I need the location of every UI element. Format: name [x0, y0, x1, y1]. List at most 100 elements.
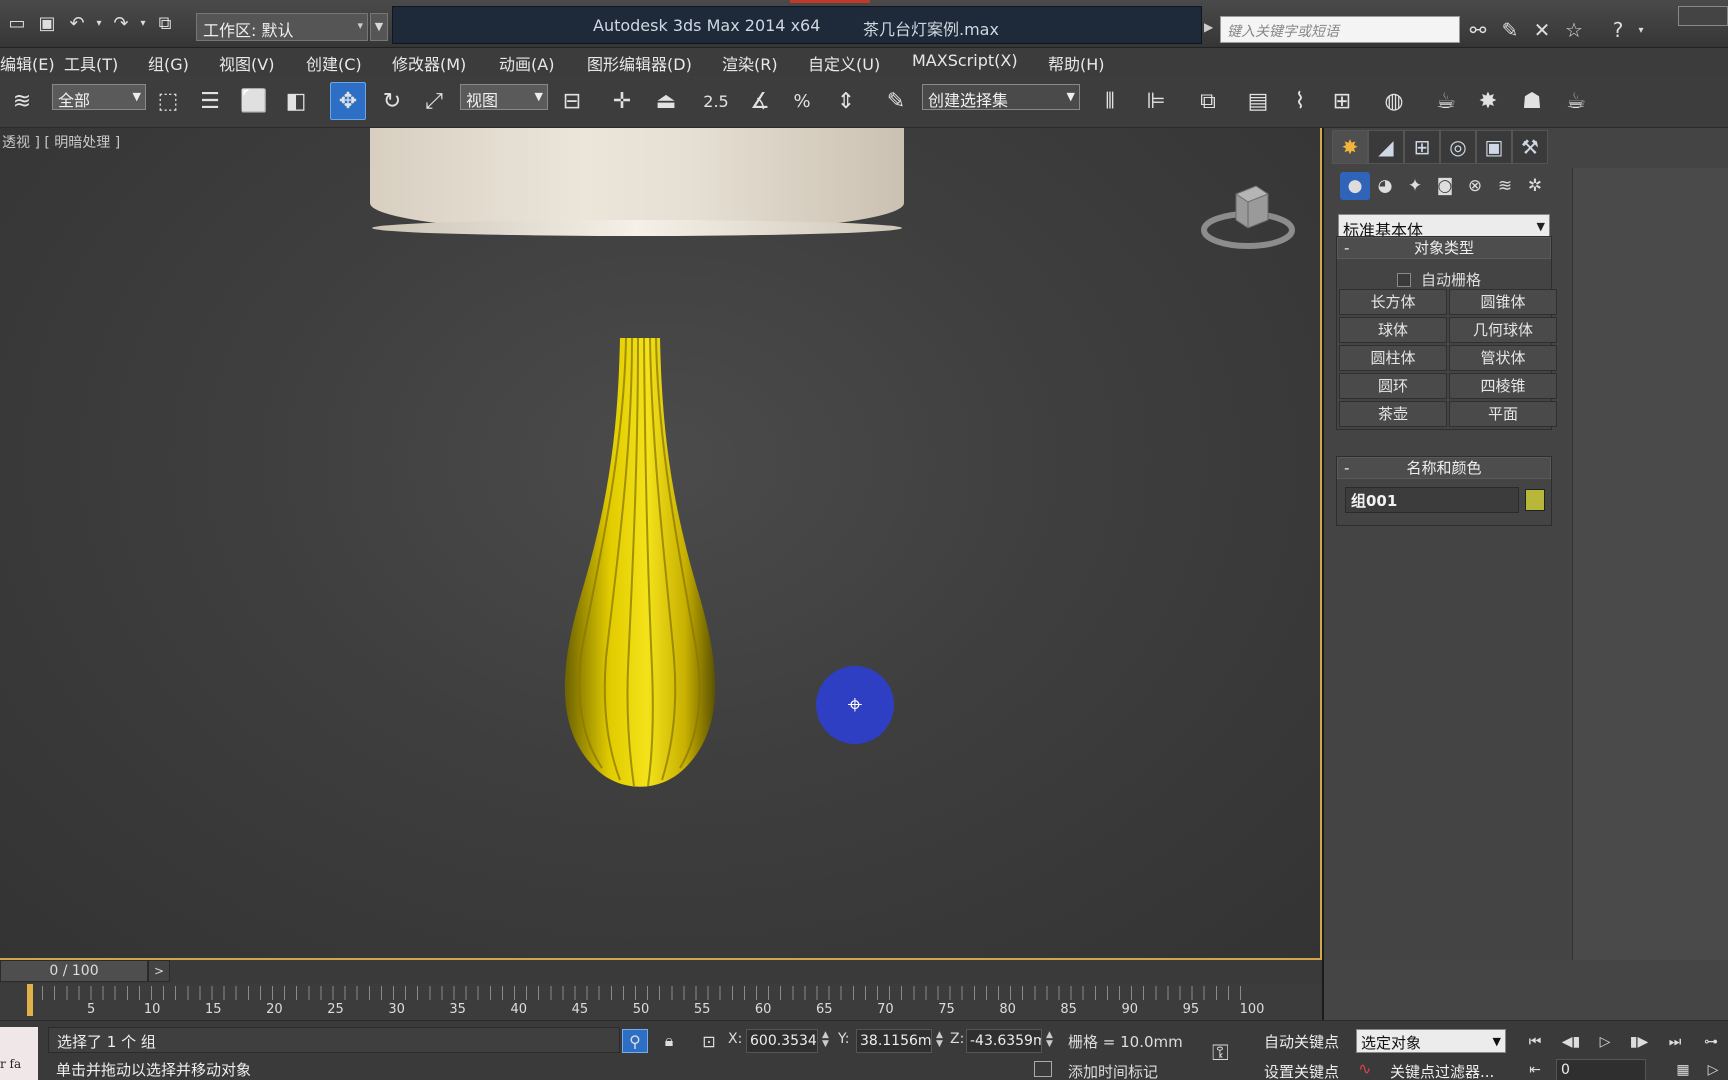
tools-icon[interactable]: ✕	[1526, 15, 1558, 45]
object-name-input[interactable]: 组001	[1345, 487, 1519, 513]
create-tab-icon[interactable]: ✸	[1332, 130, 1368, 164]
time-next-button[interactable]: >	[148, 960, 170, 982]
keyboard-shortcut-icon[interactable]: ⏏	[648, 82, 684, 120]
previous-frame-icon[interactable]: ◀▮	[1558, 1031, 1584, 1053]
auto-grid-checkbox-box[interactable]	[1397, 272, 1411, 287]
y-coordinate-field[interactable]: 38.1156mr	[856, 1029, 932, 1053]
shapes-icon[interactable]: ◕	[1370, 172, 1400, 200]
open-icon[interactable]: ▭	[2, 8, 32, 38]
scene-explorer-icon[interactable]: ▤	[1240, 82, 1276, 120]
link-icon[interactable]: ≋	[4, 82, 40, 120]
save-icon[interactable]: ▣	[32, 8, 62, 38]
angle-snap-icon[interactable]: ∡	[742, 82, 778, 120]
current-frame-input[interactable]: 0	[1556, 1059, 1646, 1080]
menu-edit[interactable]: 编辑(E)	[0, 51, 55, 75]
snaps-toggle-icon[interactable]: 2.5	[698, 82, 734, 120]
search-input[interactable]: 键入关键字或短语	[1220, 16, 1460, 43]
menu-maxscript[interactable]: MAXScript(X)	[912, 51, 1018, 70]
menu-modifiers[interactable]: 修改器(M)	[392, 51, 466, 75]
teapot-button[interactable]: 茶壶	[1339, 401, 1447, 427]
reference-coordinate-dropdown[interactable]: 视图 ▼	[460, 84, 548, 110]
next-frame-icon[interactable]: ▮▶	[1626, 1031, 1652, 1053]
render-teapot-icon[interactable]: ☕	[1558, 82, 1594, 120]
window-minimize-button[interactable]	[1678, 6, 1728, 26]
tube-button[interactable]: 管状体	[1449, 345, 1557, 371]
help-icon[interactable]: ?	[1602, 15, 1634, 45]
key-mode-toggle-icon[interactable]: ⊶	[1698, 1031, 1724, 1053]
redo-icon[interactable]: ↷	[106, 8, 136, 38]
window-crossing-icon[interactable]: ◧	[278, 82, 314, 120]
torus-button[interactable]: 圆环	[1339, 373, 1447, 399]
spinner-snap-icon[interactable]: ⇕	[828, 82, 864, 120]
quick-access-menu-icon[interactable]: ▼	[370, 13, 388, 41]
schematic-view-icon[interactable]: ⊞	[1324, 82, 1360, 120]
search-expand-icon[interactable]: ▶	[1204, 20, 1213, 34]
cone-button[interactable]: 圆锥体	[1449, 289, 1557, 315]
menu-rendering[interactable]: 渲染(R)	[722, 51, 778, 75]
view-cube[interactable]	[1198, 172, 1298, 252]
render-production-icon[interactable]: ☗	[1514, 82, 1550, 120]
motion-tab-icon[interactable]: ◎	[1440, 130, 1476, 164]
select-and-scale-icon[interactable]: ⤢	[416, 82, 452, 120]
current-frame-marker[interactable]	[27, 984, 33, 1016]
viewport-label[interactable]: 透视 ] [ 明暗处理 ]	[2, 132, 120, 152]
menu-tools[interactable]: 工具(T)	[64, 51, 118, 75]
edit-named-selection-icon[interactable]: ✎	[878, 82, 914, 120]
auto-grid-checkbox[interactable]: 自动栅格	[1397, 269, 1481, 290]
material-editor-icon[interactable]: ◍	[1376, 82, 1412, 120]
layer-manager-icon[interactable]: ⧉	[1190, 82, 1226, 120]
maxscript-mini-listener[interactable]: r fa	[0, 1027, 38, 1080]
sphere-button[interactable]: 球体	[1339, 317, 1447, 343]
frame-navigation-icon[interactable]: ⇤	[1522, 1059, 1548, 1080]
menu-views[interactable]: 视图(V)	[219, 51, 274, 75]
render-setup-icon[interactable]: ☕	[1428, 82, 1464, 120]
plane-button[interactable]: 平面	[1449, 401, 1557, 427]
menu-animation[interactable]: 动画(A)	[499, 51, 554, 75]
select-and-move-icon[interactable]: ✥	[330, 82, 366, 120]
select-object-icon[interactable]: ⬚	[150, 82, 186, 120]
workspace-dropdown[interactable]: 工作区: 默认 ▾	[196, 13, 368, 41]
lights-icon[interactable]: ✦	[1400, 172, 1430, 200]
percent-snap-icon[interactable]: %	[784, 82, 820, 120]
geosphere-button[interactable]: 几何球体	[1449, 317, 1557, 343]
selection-lock-icon[interactable]: 🔒︎	[656, 1029, 682, 1053]
track-bar[interactable]: 5 10 15 20 25 30 35 40 45 50 55 60 65 70 75 80 85 90 95 100	[0, 984, 1322, 1020]
auto-key-button[interactable]: 自动关键点	[1264, 1031, 1339, 1052]
object-type-rollout-header[interactable]: - 对象类型	[1337, 237, 1551, 259]
key-mode-dropdown[interactable]: 选定对象 ▼	[1356, 1029, 1506, 1053]
selection-filter-dropdown[interactable]: 全部 ▼	[52, 84, 146, 110]
named-selection-set-dropdown[interactable]: 创建选择集 ▼	[922, 84, 1080, 110]
modify-tab-icon[interactable]: ◢	[1368, 130, 1404, 164]
rendered-frame-icon[interactable]: ✸	[1470, 82, 1506, 120]
object-color-swatch[interactable]	[1525, 489, 1545, 511]
utilities-tab-icon[interactable]: ⚒	[1512, 130, 1548, 164]
project-folder-icon[interactable]: ⧉	[150, 8, 180, 38]
rect-selection-icon[interactable]: ⬜	[236, 82, 272, 120]
menu-graph-editors[interactable]: 图形编辑器(D)	[587, 51, 692, 75]
lamp-bulb[interactable]	[520, 228, 760, 808]
add-time-tag-button[interactable]: 添加时间标记	[1068, 1061, 1158, 1080]
undo-dropdown-icon[interactable]: ▾	[92, 8, 106, 38]
space-warps-icon[interactable]: ≋	[1490, 172, 1520, 200]
menu-help[interactable]: 帮助(H)	[1048, 51, 1105, 75]
perspective-viewport[interactable]: 透视 ] [ 明暗处理 ] ⌖	[0, 128, 1322, 960]
time-slider[interactable]: 0 / 100 >	[0, 960, 1322, 984]
select-by-name-icon[interactable]: ☰	[192, 82, 228, 120]
mirror-icon[interactable]: ⫴	[1092, 82, 1128, 120]
helpers-icon[interactable]: ⊗	[1460, 172, 1490, 200]
pyramid-button[interactable]: 四棱锥	[1449, 373, 1557, 399]
menu-create[interactable]: 创建(C)	[306, 51, 362, 75]
play-icon[interactable]: ▷	[1592, 1031, 1618, 1053]
x-coordinate-field[interactable]: 600.3534m	[746, 1029, 818, 1053]
go-to-end-icon[interactable]: ⏭	[1662, 1031, 1688, 1053]
go-to-start-icon[interactable]: ⏮	[1522, 1031, 1548, 1053]
y-spinner-icon[interactable]: ▲ ▼	[936, 1031, 943, 1049]
systems-icon[interactable]: ✲	[1520, 172, 1550, 200]
select-and-rotate-icon[interactable]: ↻	[374, 82, 410, 120]
key-filters-button[interactable]: 关键点过滤器...	[1390, 1061, 1494, 1080]
box-button[interactable]: 长方体	[1339, 289, 1447, 315]
geometry-icon[interactable]: ●	[1340, 172, 1370, 200]
redo-dropdown-icon[interactable]: ▾	[136, 8, 150, 38]
pivot-center-icon[interactable]: ⊟	[554, 82, 590, 120]
undo-icon[interactable]: ↶	[62, 8, 92, 38]
